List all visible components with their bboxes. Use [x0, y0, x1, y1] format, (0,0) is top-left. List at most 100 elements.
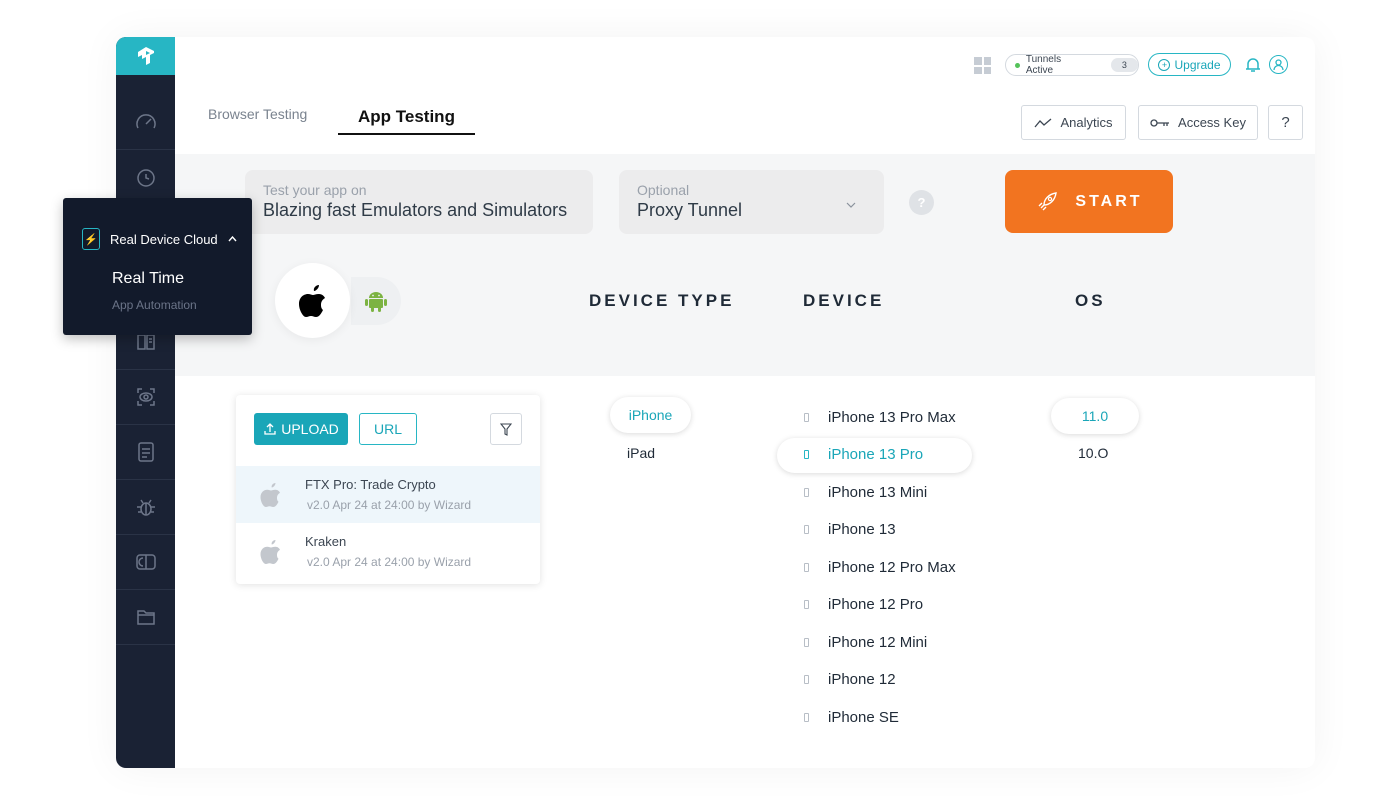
- analytics-icon: [1034, 118, 1052, 127]
- key-icon: [1150, 118, 1170, 127]
- dashboard-icon[interactable]: [116, 95, 175, 150]
- phone-icon: [804, 637, 809, 647]
- column-device: DEVICE: [803, 291, 885, 310]
- os-version[interactable]: 10.O: [1078, 445, 1108, 461]
- visual-testing-icon[interactable]: [116, 370, 175, 425]
- split-screen-icon[interactable]: [116, 535, 175, 590]
- upgrade-label: Upgrade: [1174, 57, 1221, 72]
- test-platform-label: Test your app on: [263, 182, 367, 198]
- tunnels-label: Tunnels Active: [1025, 54, 1062, 76]
- device-item[interactable]: iPhone 12 Pro: [802, 594, 923, 614]
- device-item-selected[interactable]: iPhone 13 Pro: [802, 444, 923, 464]
- phone-icon: [804, 449, 809, 459]
- menu-item-app-automation[interactable]: App Automation: [112, 298, 197, 312]
- analytics-label: Analytics: [1060, 115, 1113, 130]
- upload-label: UPLOAD: [281, 421, 339, 437]
- device-item[interactable]: iPhone 12 Pro Max: [802, 557, 956, 577]
- real-device-cloud-header[interactable]: ⚡ Real Device Cloud: [82, 228, 237, 250]
- tab-app-testing[interactable]: App Testing: [338, 99, 475, 135]
- test-platform-select[interactable]: Test your app on Blazing fast Emulators …: [245, 170, 593, 234]
- device-item[interactable]: iPhone 13 Pro Max: [802, 407, 956, 427]
- device-item[interactable]: iPhone 12 Mini: [802, 632, 927, 652]
- app-window: Tunnels Active 3 + Upgrade Browser Testi…: [116, 37, 1315, 768]
- user-icon: [1273, 59, 1284, 71]
- app-meta: v2.0 Apr 24 at 24:00 by Wizard: [307, 555, 472, 569]
- app-name: FTX Pro: Trade Crypto: [305, 477, 436, 492]
- os-toggle: [275, 263, 407, 338]
- device-label: iPhone 13 Mini: [828, 483, 928, 501]
- device-label: iPhone 13: [828, 520, 896, 538]
- start-label: START: [1075, 192, 1143, 210]
- app-meta: v2.0 Apr 24 at 24:00 by Wizard: [307, 498, 472, 512]
- device-label: iPhone SE: [828, 708, 899, 726]
- apple-button[interactable]: [275, 263, 350, 338]
- device-item[interactable]: iPhone SE: [802, 707, 899, 727]
- android-button[interactable]: [351, 277, 401, 325]
- proxy-tunnel-select[interactable]: Optional Proxy Tunnel: [619, 170, 884, 234]
- tunnel-help-icon[interactable]: ?: [909, 190, 934, 215]
- app-list-card: UPLOAD URL FTX Pro: Trade Crypto v2.0 Ap…: [236, 395, 540, 584]
- apple-icon: [260, 539, 280, 564]
- proxy-tunnel-value: Proxy Tunnel: [637, 200, 743, 220]
- phone-icon: [804, 412, 809, 422]
- rocket-icon: [1038, 191, 1058, 210]
- column-os: OS: [1075, 291, 1106, 310]
- analytics-button[interactable]: Analytics: [1021, 105, 1126, 140]
- help-button[interactable]: ?: [1268, 105, 1303, 140]
- menu-section-label: Real Device Cloud: [110, 231, 218, 247]
- logo[interactable]: [116, 37, 175, 75]
- bell-icon[interactable]: [1244, 56, 1262, 74]
- device-label: iPhone 12: [828, 670, 896, 688]
- os-version-selected[interactable]: 11.0: [1051, 398, 1139, 434]
- tunnels-status[interactable]: Tunnels Active 3: [1005, 54, 1139, 76]
- chevron-down-icon: [846, 202, 856, 208]
- device-type-iphone[interactable]: iPhone: [610, 397, 691, 433]
- app-name: Kraken: [305, 534, 347, 549]
- test-platform-value: Blazing fast Emulators and Simulators: [263, 200, 568, 220]
- android-icon: [365, 292, 387, 312]
- user-avatar[interactable]: [1269, 55, 1288, 74]
- device-item[interactable]: iPhone 13: [802, 519, 896, 539]
- phone-icon: [804, 524, 809, 534]
- device-label: iPhone 13 Pro Max: [828, 408, 956, 426]
- url-button[interactable]: URL: [359, 413, 417, 445]
- upload-icon: [264, 423, 276, 435]
- apps-grid-icon[interactable]: [974, 57, 991, 74]
- status-dot: [1015, 62, 1020, 68]
- device-label: iPhone 12 Pro: [828, 595, 924, 613]
- start-button[interactable]: START: [1005, 170, 1173, 233]
- device-label: iPhone 12 Mini: [828, 633, 928, 651]
- filter-icon: [500, 422, 512, 436]
- plus-icon: +: [1158, 58, 1171, 71]
- list-item[interactable]: Kraken v2.0 Apr 24 at 24:00 by Wizard: [236, 523, 540, 580]
- device-type-ipad[interactable]: iPad: [627, 445, 655, 461]
- access-key-label: Access Key: [1178, 115, 1246, 130]
- apple-icon: [298, 284, 325, 317]
- upgrade-button[interactable]: + Upgrade: [1148, 53, 1231, 76]
- logo-icon: [137, 47, 154, 65]
- bug-icon[interactable]: [116, 480, 175, 535]
- real-device-cloud-menu: ⚡ Real Device Cloud Real Time App Automa…: [63, 198, 252, 335]
- automation-icon[interactable]: [116, 425, 175, 480]
- list-item[interactable]: FTX Pro: Trade Crypto v2.0 Apr 24 at 24:…: [236, 466, 540, 523]
- filter-button[interactable]: [490, 413, 522, 445]
- folder-icon[interactable]: [116, 590, 175, 645]
- device-item[interactable]: iPhone 12: [802, 669, 896, 689]
- device-item[interactable]: iPhone 13 Mini: [802, 482, 927, 502]
- device-label: iPhone 12 Pro Max: [828, 558, 956, 576]
- chevron-up-icon: [228, 236, 237, 242]
- config-panel: Test your app on Blazing fast Emulators …: [175, 154, 1315, 376]
- access-key-button[interactable]: Access Key: [1138, 105, 1258, 140]
- phone-icon: [804, 599, 809, 609]
- phone-bolt-icon: ⚡: [82, 228, 100, 250]
- tab-browser-testing[interactable]: Browser Testing: [208, 106, 307, 122]
- proxy-tunnel-label: Optional: [637, 182, 690, 198]
- menu-item-real-time[interactable]: Real Time: [112, 270, 184, 288]
- column-device-type: DEVICE TYPE: [589, 291, 735, 310]
- device-label: iPhone 13 Pro: [828, 445, 924, 463]
- phone-icon: [804, 487, 809, 497]
- phone-icon: [804, 712, 809, 722]
- upload-button[interactable]: UPLOAD: [254, 413, 348, 445]
- history-icon[interactable]: [116, 150, 175, 205]
- phone-icon: [804, 562, 809, 572]
